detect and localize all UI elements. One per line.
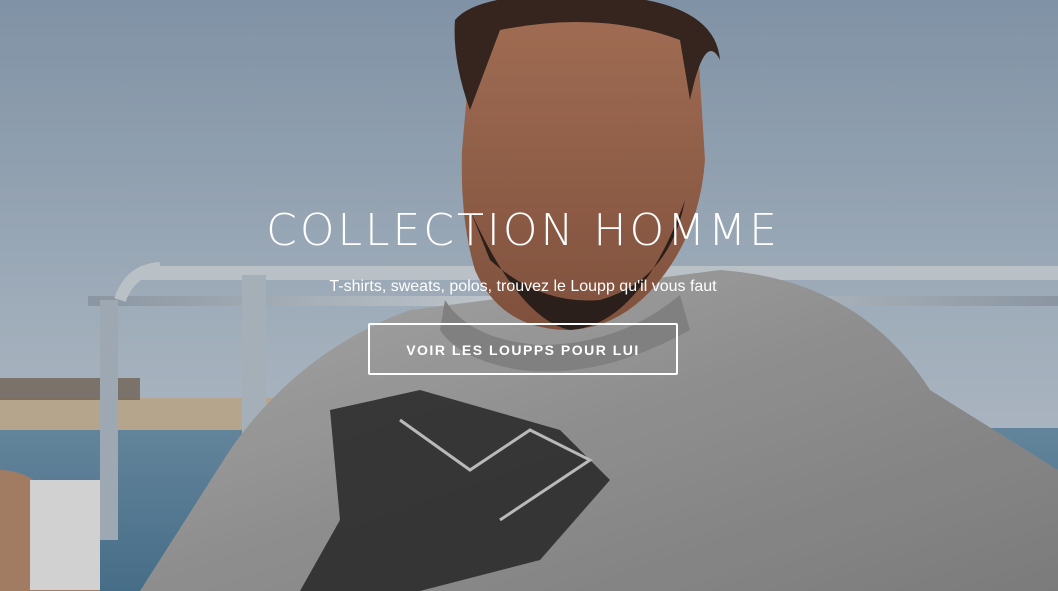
hero-content: COLLECTION HOMME T-shirts, sweats, polos… <box>0 205 1046 375</box>
hero-banner: COLLECTION HOMME T-shirts, sweats, polos… <box>0 0 1058 591</box>
hero-title: COLLECTION HOMME <box>266 205 780 256</box>
hero-subtitle: T-shirts, sweats, polos, trouvez le Loup… <box>329 278 717 295</box>
shop-men-button[interactable]: VOIR LES LOUPPS POUR LUI <box>368 323 678 375</box>
